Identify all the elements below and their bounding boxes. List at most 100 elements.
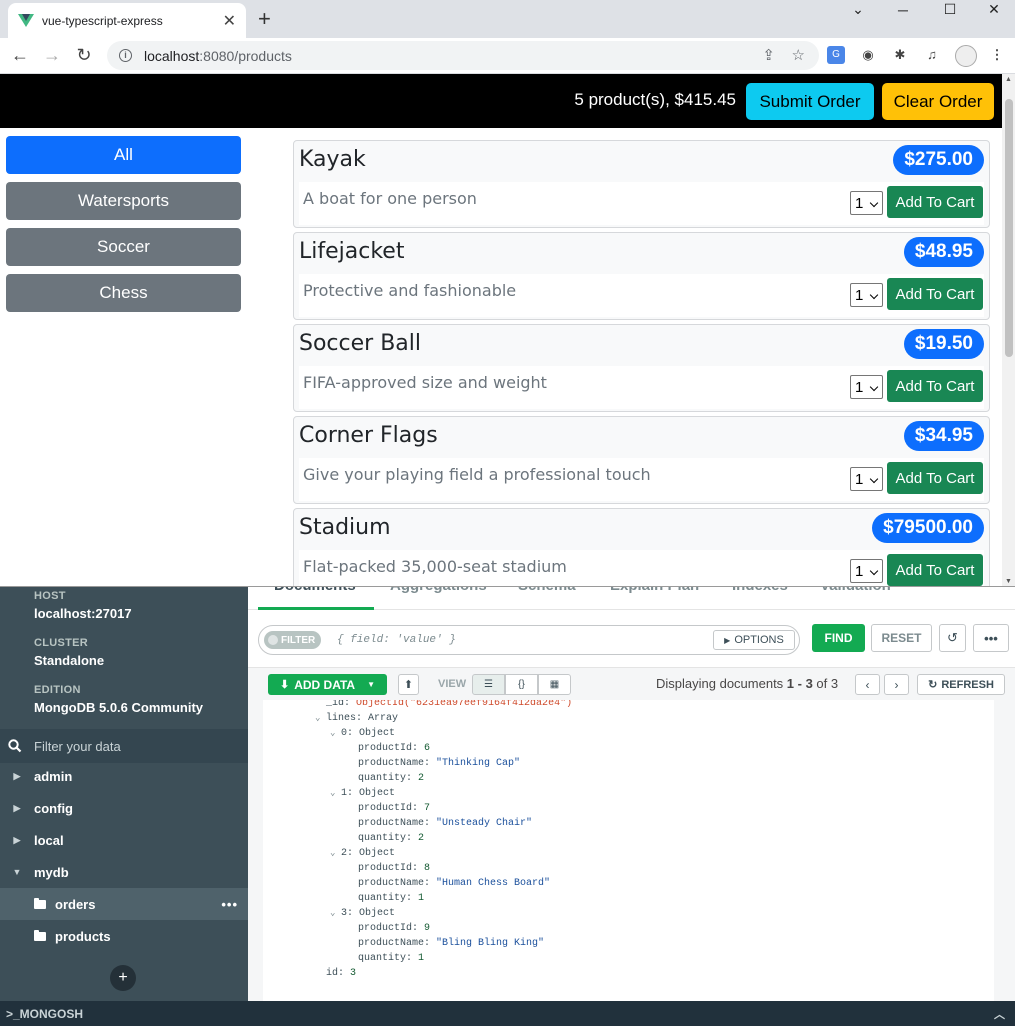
page-scrollbar[interactable]: ▲ ▼ [1002,74,1015,586]
add-to-cart-button[interactable]: Add To Cart [887,370,983,402]
more-options-icon[interactable]: ••• [221,897,238,912]
filter-label: FILTER [281,634,316,646]
doc-array-item[interactable]: ⌄ 3: Object [330,908,395,919]
new-tab-icon[interactable]: + [258,6,271,32]
add-to-cart-button[interactable]: Add To Cart [887,462,983,494]
sidebar-db-admin[interactable]: ▶ admin [0,760,248,792]
tab-title: vue-typescript-express [42,13,163,28]
quantity-select[interactable]: 1 [850,559,883,583]
category-button-watersports[interactable]: Watersports [6,182,241,220]
filter-placeholder: { field: 'value' } [337,634,456,646]
compass-sidebar: HOST localhost:27017 CLUSTER Standalone … [0,585,248,1001]
translate-extension-icon[interactable]: G [827,46,845,64]
category-button-chess[interactable]: Chess [6,274,241,312]
find-button[interactable]: FIND [812,624,865,652]
sidebar-collection-products[interactable]: products [0,920,248,952]
product-card: Kayak $275.00 A boat for one person 1 Ad… [293,140,990,228]
chevron-down-icon: ⌄ [315,713,321,723]
field-value: 3 [350,968,357,979]
add-to-cart-button[interactable]: Add To Cart [887,186,983,218]
close-tab-icon[interactable]: ✕ [223,11,236,31]
view-label: VIEW [438,678,467,690]
table-view-icon[interactable]: ▦ [538,674,571,695]
export-icon[interactable]: ⬆ [398,674,419,695]
cluster-value: Standalone [34,653,105,668]
product-name: Kayak [299,147,366,172]
order-bar: 5 product(s), $415.45 Submit Order Clear… [0,74,1002,128]
clear-order-button[interactable]: Clear Order [882,83,994,120]
sidebar-db-config[interactable]: ▶ config [0,792,248,824]
sidebar-collection-orders[interactable]: orders ••• [0,888,248,920]
product-name: Corner Flags [299,423,438,448]
product-description: FIFA-approved size and weight [303,373,547,392]
mongosh-bar[interactable]: >_MONGOSH ︿ [0,1001,1015,1026]
product-body: Flat-packed 35,000-seat stadium 1 Add To… [299,550,984,586]
sidebar-filter-input[interactable]: Filter your data [0,729,248,763]
edition-info: EDITION MongoDB 5.0.6 Community [0,684,203,715]
minimize-icon[interactable]: ─ [880,1,926,21]
quantity-select[interactable]: 1 [850,467,883,491]
category-button-soccer[interactable]: Soccer [6,228,241,266]
scroll-down-icon[interactable]: ▼ [1005,578,1012,585]
profile-avatar[interactable] [955,45,977,67]
reload-icon[interactable]: ↻ [72,44,96,68]
site-info-icon[interactable]: i [119,49,132,62]
add-data-button[interactable]: ⬇ ADD DATA ▼ [268,674,387,695]
url-path: :8080/products [199,47,292,64]
forward-icon[interactable]: → [40,44,64,68]
product-card: Lifejacket $48.95 Protective and fashion… [293,232,990,320]
submit-order-button[interactable]: Submit Order [746,83,874,120]
collection-tabs: Documents Aggregations Schema Explain Pl… [248,577,1015,610]
host-label: HOST [34,590,66,602]
field-key: _id [326,700,345,709]
chevron-right-icon: ▶ [13,770,21,781]
field-value: 2 [418,833,425,844]
add-database-button[interactable]: + [110,965,136,991]
prev-page-icon[interactable]: ‹ [855,674,880,695]
doc-lines-field[interactable]: ⌄ lines: Array [315,713,398,724]
chevron-down-icon: ⌄ [330,788,336,798]
doc-array-item[interactable]: ⌄ 0: Object [330,728,395,739]
item-index: 1 [341,788,348,799]
quantity-select[interactable]: 1 [850,191,883,215]
filter-input[interactable]: FILTER { field: 'value' } ▶ OPTIONS [258,625,800,655]
scrollbar-thumb[interactable] [1005,99,1013,357]
next-page-icon[interactable]: › [884,674,909,695]
add-to-cart-button[interactable]: Add To Cart [887,278,983,310]
doc-field: quantity: 1 [358,893,425,904]
sidebar-db-mydb[interactable]: ▼ mydb [0,856,248,888]
maximize-icon[interactable]: ☐ [927,0,973,20]
doc-field: productId: 9 [358,923,431,934]
history-icon[interactable]: ↺ [939,624,966,652]
doc-array-item[interactable]: ⌄ 1: Object [330,788,395,799]
doc-array-item[interactable]: ⌄ 2: Object [330,848,395,859]
product-price-badge: $19.50 [903,329,984,359]
list-view-icon[interactable]: ☰ [472,674,505,695]
add-to-cart-button[interactable]: Add To Cart [887,554,983,586]
category-button-all[interactable]: All [6,136,241,174]
field-key: quantity [358,773,407,784]
quantity-select[interactable]: 1 [850,283,883,307]
share-icon[interactable]: ⇪ [762,46,775,64]
browser-tab[interactable]: vue-typescript-express ✕ [8,3,246,38]
chrome-menu-icon[interactable]: ⋮ [988,46,1006,64]
grammarly-extension-icon[interactable]: ◉ [859,46,877,64]
reset-button[interactable]: RESET [871,624,932,652]
quantity-select[interactable]: 1 [850,375,883,399]
scroll-up-icon[interactable]: ▲ [1005,76,1012,83]
field-value: ObjectId("6231ea97eef9164f412da2e4") [356,700,573,709]
bookmark-star-icon[interactable]: ☆ [792,46,805,64]
media-control-icon[interactable]: ♫ [923,46,941,64]
close-window-icon[interactable]: ✕ [971,0,1015,20]
chevron-up-icon[interactable]: ︿ [994,1006,1005,1022]
chevron-down-icon: ⌄ [330,848,336,858]
back-icon[interactable]: ← [8,44,32,68]
extensions-puzzle-icon[interactable]: ✱ [891,46,909,64]
url-bar[interactable]: i localhost:8080/products ⇪ ☆ [107,41,819,70]
json-view-icon[interactable]: {} [505,674,538,695]
tab-search-icon[interactable]: ⌄ [835,0,881,20]
sidebar-db-local[interactable]: ▶ local [0,824,248,856]
more-options-button[interactable]: ••• [973,624,1009,652]
options-button[interactable]: ▶ OPTIONS [713,630,795,650]
refresh-button[interactable]: ↻ REFRESH [917,674,1005,695]
